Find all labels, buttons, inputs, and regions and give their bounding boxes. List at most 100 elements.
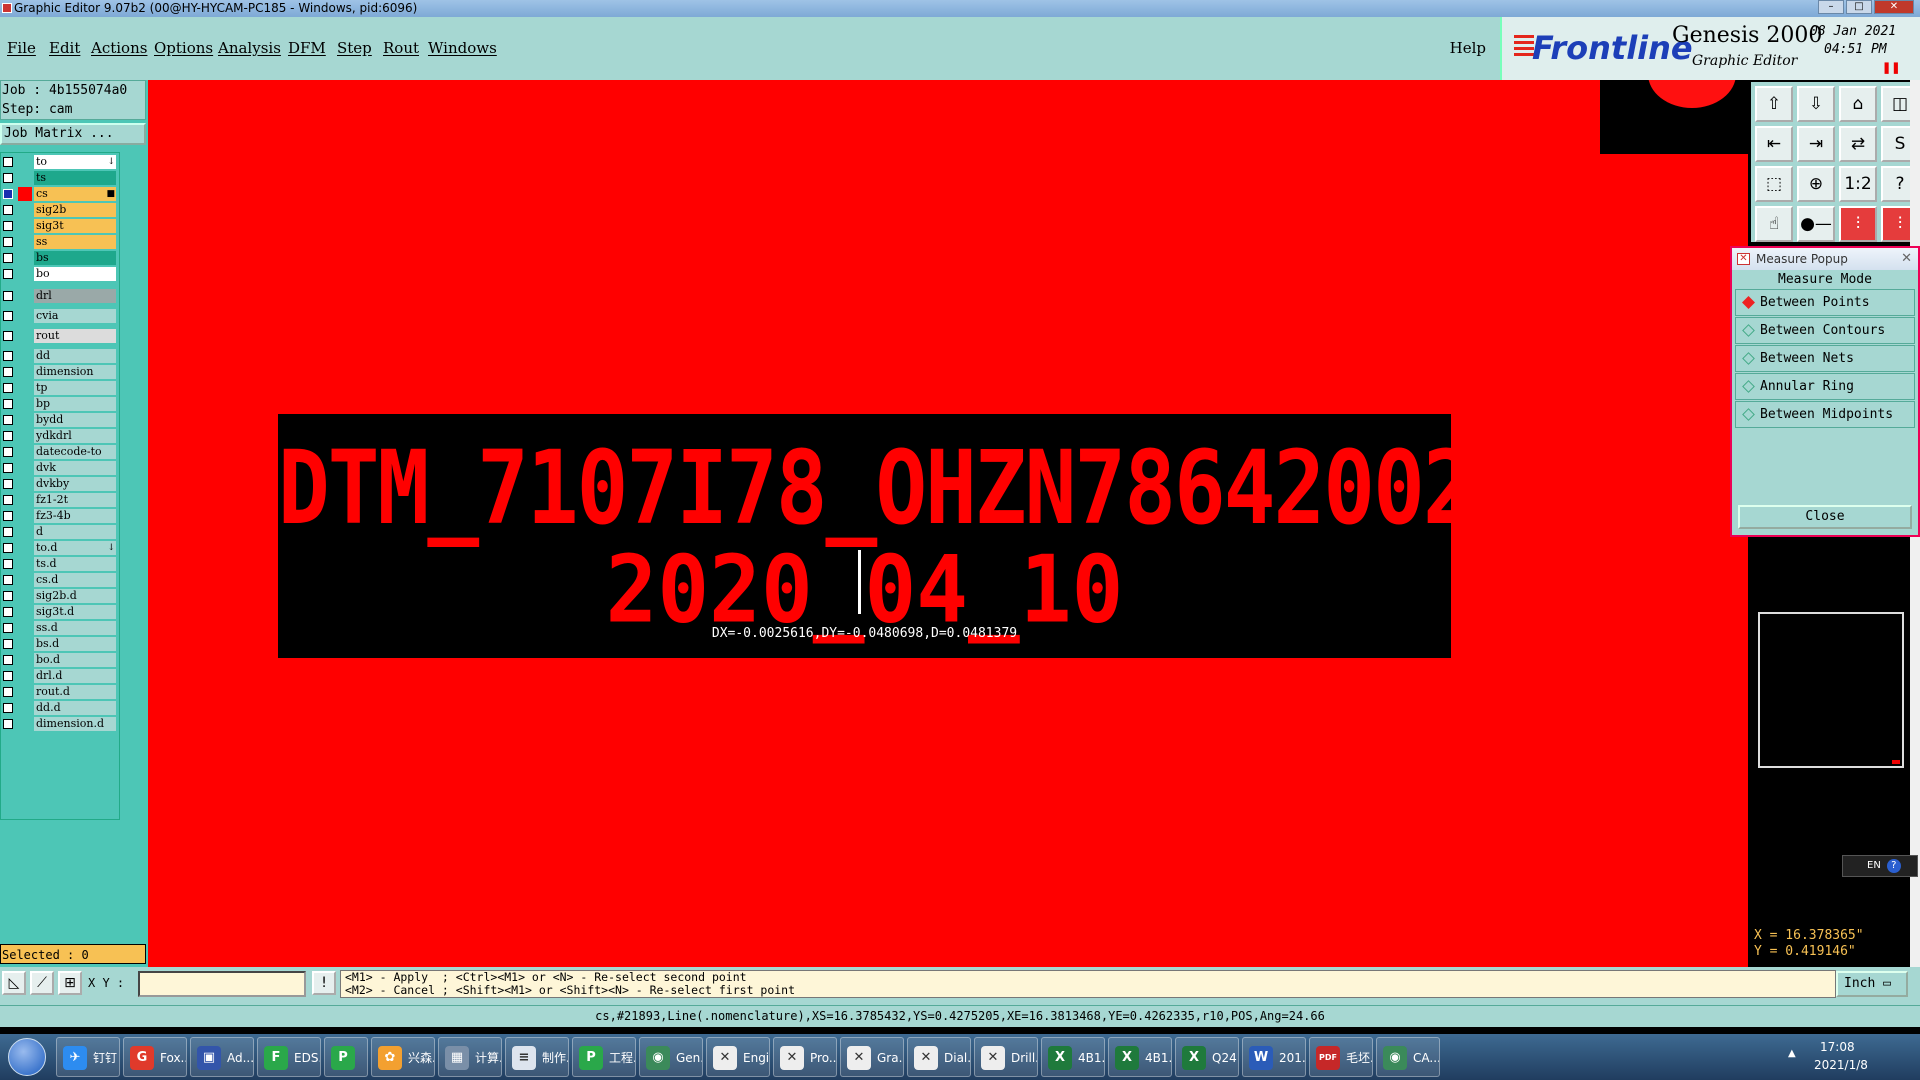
layer-name[interactable]: fz3-4b — [34, 509, 116, 523]
layer-name[interactable]: drl.d — [34, 669, 116, 683]
taskbar-item[interactable]: ✕ Gra... — [840, 1037, 904, 1077]
layer-checkbox[interactable] — [3, 719, 13, 729]
layer-checkbox[interactable] — [3, 291, 13, 301]
layer-name[interactable]: dvkby — [34, 477, 116, 491]
layer-row[interactable]: ydkdrl — [1, 429, 121, 443]
layer-row[interactable]: dvkby — [1, 477, 121, 491]
layer-row[interactable]: sig2b — [1, 203, 121, 217]
layer-row[interactable]: cs.d — [1, 573, 121, 587]
taskbar-item[interactable]: ✈ 钉钉 — [56, 1037, 120, 1077]
menu-step[interactable]: Step — [337, 39, 372, 57]
zoom-fit-icon[interactable]: ⬚ — [1755, 166, 1793, 202]
layer-row[interactable]: dimension — [1, 365, 121, 379]
layer-checkbox[interactable] — [3, 671, 13, 681]
layer-checkbox[interactable] — [3, 623, 13, 633]
layer-row[interactable]: fz3-4b — [1, 509, 121, 523]
layer-row[interactable]: bp — [1, 397, 121, 411]
mirror-icon[interactable]: ⇄ — [1839, 126, 1877, 162]
taskbar-item[interactable]: ✕ Drill... — [974, 1037, 1038, 1077]
layer-row[interactable]: ss.d — [1, 621, 121, 635]
taskbar-item[interactable]: ◉ CA... — [1376, 1037, 1440, 1077]
layer-row[interactable]: ts — [1, 171, 121, 185]
overview-window[interactable] — [1758, 612, 1904, 768]
layer-name[interactable]: cvia — [34, 309, 116, 323]
layer-checkbox[interactable] — [3, 399, 13, 409]
layer-name[interactable]: dd.d — [34, 701, 116, 715]
layer-row[interactable]: sig3t — [1, 219, 121, 233]
layer-checkbox[interactable] — [3, 157, 13, 167]
layer-checkbox[interactable] — [3, 463, 13, 473]
menu-file[interactable]: File — [7, 39, 36, 57]
house-icon[interactable]: ⌂ — [1839, 86, 1877, 122]
layer-row[interactable]: bo — [1, 267, 121, 281]
layer-row[interactable]: bs — [1, 251, 121, 265]
layer-checkbox[interactable] — [3, 639, 13, 649]
layer-row[interactable]: datecode-to — [1, 445, 121, 459]
layer-checkbox[interactable] — [3, 591, 13, 601]
layer-name[interactable]: sig3t.d — [34, 605, 116, 619]
layer-checkbox[interactable] — [3, 311, 13, 321]
units-button[interactable]: Inch ▭ — [1836, 971, 1908, 997]
layer-name[interactable]: dimension.d — [34, 717, 116, 731]
layer-name[interactable]: drl — [34, 289, 116, 303]
taskbar-item[interactable]: ✕ Engi... — [706, 1037, 770, 1077]
layer-name[interactable]: tp — [34, 381, 116, 395]
layer-row[interactable]: dd — [1, 349, 121, 363]
layer-checkbox[interactable] — [3, 607, 13, 617]
layer-row[interactable]: fz1-2t — [1, 493, 121, 507]
measure-icon[interactable]: ⟋ — [30, 971, 54, 995]
menu-options[interactable]: Options — [154, 39, 213, 57]
taskbar-item[interactable]: W 201... — [1242, 1037, 1306, 1077]
layer-name[interactable]: fz1-2t — [34, 493, 116, 507]
layer-row[interactable]: rout.d — [1, 685, 121, 699]
layer-name[interactable]: to.d — [34, 541, 116, 555]
layer-name[interactable]: bp — [34, 397, 116, 411]
pause-icon[interactable]: ❚❚ — [1882, 61, 1900, 74]
job-matrix-button[interactable]: Job Matrix ... — [0, 123, 146, 145]
taskbar-item[interactable]: ▣ Ad... — [190, 1037, 254, 1077]
layer-checkbox[interactable] — [3, 543, 13, 553]
menu-dfm[interactable]: DFM — [288, 39, 326, 57]
layer-checkbox[interactable] — [3, 383, 13, 393]
layer-row[interactable]: cvia — [1, 309, 121, 323]
layer-row[interactable]: bs.d — [1, 637, 121, 651]
taskbar-item[interactable]: ✕ Dial... — [907, 1037, 971, 1077]
move-left-icon[interactable]: ⇤ — [1755, 126, 1793, 162]
layer-name[interactable]: ts — [34, 171, 116, 185]
layer-name[interactable]: ts.d — [34, 557, 116, 571]
measure-mode-option[interactable]: Annular Ring — [1735, 373, 1915, 400]
layer-row[interactable]: rout — [1, 329, 121, 343]
taskbar-item[interactable]: ▦ 计算... — [438, 1037, 502, 1077]
layer-name[interactable]: bo — [34, 267, 116, 281]
layer-checkbox[interactable] — [3, 687, 13, 697]
layer-checkbox[interactable] — [3, 269, 13, 279]
layer-name[interactable]: ss — [34, 235, 116, 249]
layer-checkbox[interactable] — [3, 189, 13, 199]
language-bar[interactable]: EN? — [1842, 855, 1918, 877]
layer-checkbox[interactable] — [3, 575, 13, 585]
taskbar-item[interactable]: P — [324, 1037, 368, 1077]
layer-name[interactable]: sig2b — [34, 203, 116, 217]
graphic-canvas[interactable]: DTM_7107I78_OHZN78642002_V1.0.0 2020_04_… — [148, 80, 1748, 967]
layer-row[interactable]: to.d ↓ — [1, 541, 121, 555]
menu-edit[interactable]: Edit — [49, 39, 80, 57]
layer-name[interactable]: sig3t — [34, 219, 116, 233]
layer-checkbox[interactable] — [3, 237, 13, 247]
layer-checkbox[interactable] — [3, 703, 13, 713]
layer-name[interactable]: cs.d — [34, 573, 116, 587]
measure-mode-option[interactable]: Between Points — [1735, 289, 1915, 316]
layer-row[interactable]: cs ■ — [1, 187, 121, 201]
zoom-center-icon[interactable]: ⊕ — [1797, 166, 1835, 202]
layer-row[interactable]: drl — [1, 289, 121, 303]
layer-name[interactable]: dvk — [34, 461, 116, 475]
home-out-icon[interactable]: ⇩ — [1797, 86, 1835, 122]
layer-row[interactable]: dvk — [1, 461, 121, 475]
layer-row[interactable]: ts.d — [1, 557, 121, 571]
maximize-button[interactable]: □ — [1846, 0, 1872, 14]
layer-name[interactable]: dd — [34, 349, 116, 363]
move-right-icon[interactable]: ⇥ — [1797, 126, 1835, 162]
layer-checkbox[interactable] — [3, 205, 13, 215]
taskbar-item[interactable]: F EDS... — [257, 1037, 321, 1077]
taskbar-item[interactable]: ✕ Pro... — [773, 1037, 837, 1077]
layer-row[interactable]: ss — [1, 235, 121, 249]
